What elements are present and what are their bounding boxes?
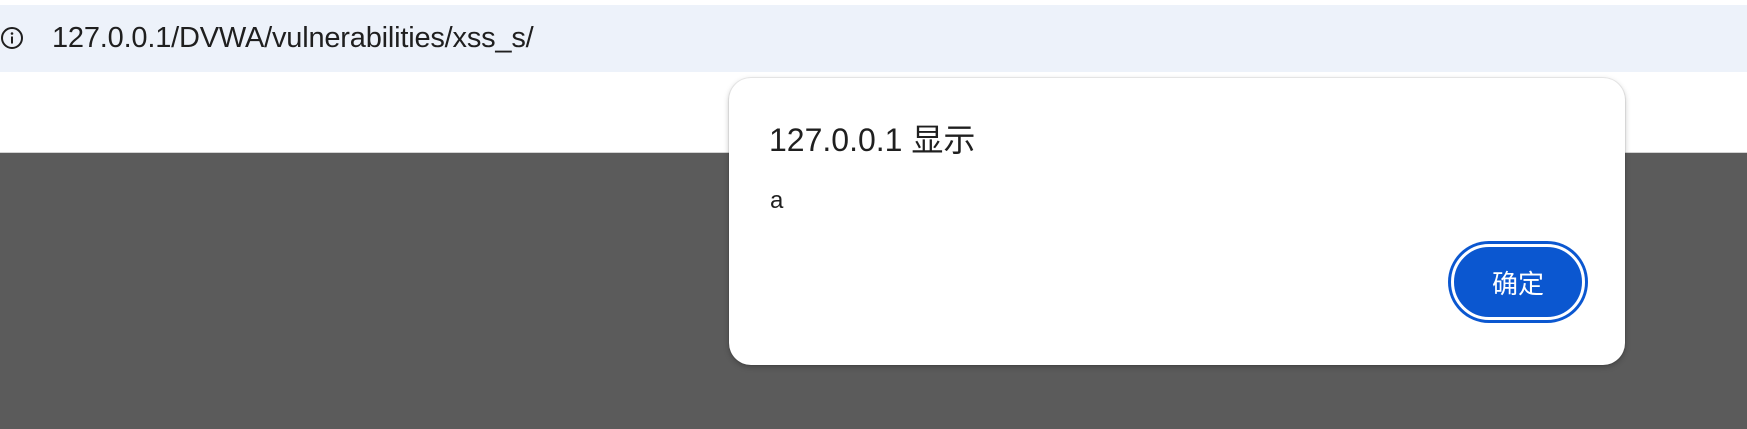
dialog-title: 127.0.0.1 显示 — [769, 122, 976, 158]
alert-dialog: 127.0.0.1 显示 a 确定 — [729, 78, 1625, 365]
ok-button[interactable]: 确定 — [1451, 244, 1585, 320]
info-icon[interactable] — [0, 26, 24, 50]
url-text[interactable]: 127.0.0.1/DVWA/vulnerabilities/xss_s/ — [52, 20, 534, 56]
browser-window: 127.0.0.1/DVWA/vulnerabilities/xss_s/ 12… — [0, 0, 1747, 429]
dialog-message: a — [770, 187, 784, 214]
